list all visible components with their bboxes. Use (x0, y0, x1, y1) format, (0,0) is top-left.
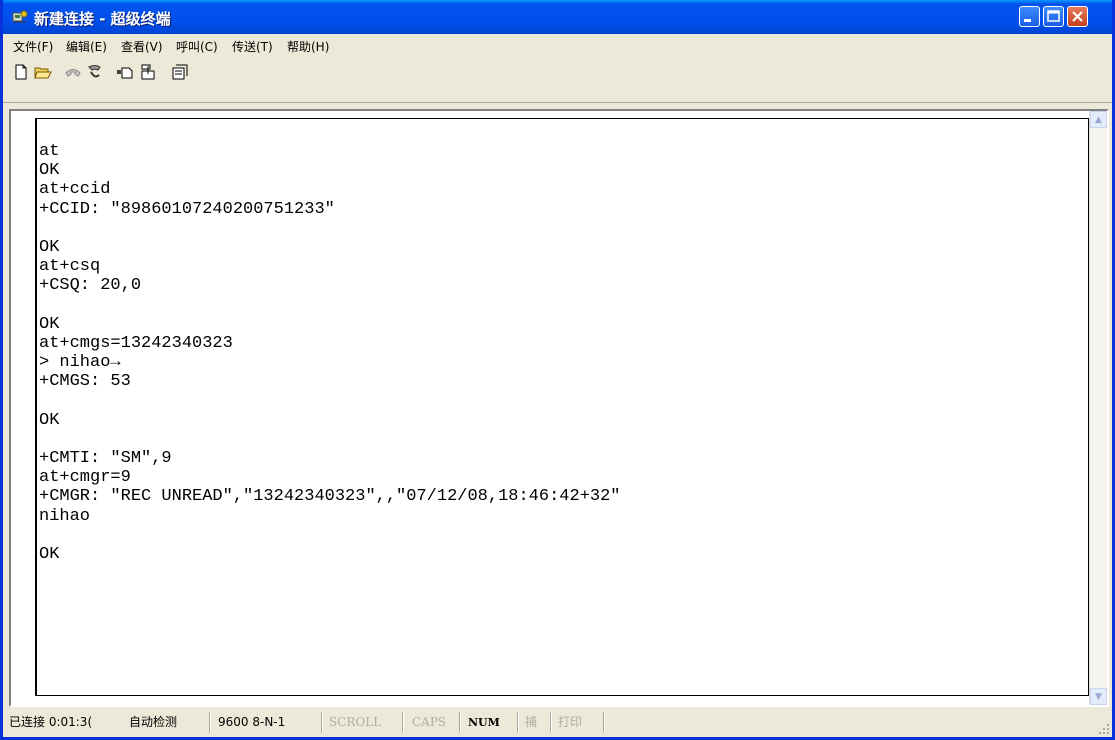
window-title: 新建连接 - 超级终端 (34, 10, 171, 28)
terminal-line: nihao (39, 506, 91, 526)
terminal-screen[interactable]: at OK at+ccid +CCID: "898601072402007512… (35, 118, 1089, 696)
hyperterminal-app-icon (12, 10, 28, 23)
call-icon[interactable] (64, 63, 82, 81)
menu-transfer[interactable]: 传送(T) (232, 38, 273, 55)
menu-view[interactable]: 查看(V) (121, 38, 163, 55)
send-icon[interactable] (116, 63, 134, 81)
vertical-scrollbar[interactable]: ▲ ▼ (1089, 111, 1107, 705)
terminal-line: OK (39, 544, 60, 564)
terminal-area[interactable]: at OK at+ccid +CCID: "898601072402007512… (9, 109, 1109, 707)
status-scroll: SCROLL (329, 715, 382, 729)
terminal-line: +CMGS: 53 (39, 372, 131, 392)
disconnect-icon[interactable] (86, 63, 104, 81)
status-auto-detect: 自动检测 (129, 715, 178, 729)
terminal-line: > nihao→ (39, 353, 121, 373)
terminal-line: OK (39, 161, 60, 181)
terminal-line: OK (39, 237, 60, 257)
menu-edit[interactable]: 编辑(E) (66, 38, 107, 55)
status-divider (209, 712, 211, 733)
open-icon[interactable] (34, 63, 52, 81)
status-bar: 已连接 0:01:3( 自动检测 9600 8-N-1 SCROLL CAPS … (3, 709, 1112, 737)
properties-icon[interactable] (171, 63, 189, 81)
status-num: NUM (468, 716, 500, 729)
menu-call[interactable]: 呼叫(C) (176, 38, 218, 55)
menu-bar: 文件(F) 编辑(E) 查看(V) 呼叫(C) 传送(T) 帮助(H) (3, 34, 1112, 56)
terminal-line: at+ccid (39, 180, 111, 200)
resize-grip-icon[interactable] (1098, 723, 1110, 735)
terminal-line: +CSQ: 20,0 (39, 276, 142, 296)
terminal-line: at+cmgs=13242340323 (39, 333, 233, 353)
status-divider (402, 712, 404, 733)
terminal-line: at+csq (39, 257, 101, 277)
minimize-button[interactable] (1019, 6, 1040, 27)
hyperterminal-window: 新建连接 - 超级终端 文件(F) 编辑(E) 查看(V) 呼叫(C) 传送(T… (0, 0, 1115, 740)
status-print: 打印 (558, 715, 583, 729)
status-connected-time: 已连接 0:01:3( (9, 715, 93, 729)
status-port-settings: 9600 8-N-1 (218, 715, 286, 729)
status-divider (517, 712, 519, 733)
terminal-line: at (39, 142, 60, 161)
scroll-down-icon[interactable]: ▼ (1090, 688, 1107, 705)
status-caps: CAPS (412, 715, 447, 729)
terminal-output: at OK at+ccid +CCID: "898601072402007512… (39, 142, 621, 564)
close-button[interactable] (1067, 6, 1088, 27)
maximize-button[interactable] (1043, 6, 1064, 27)
status-divider (603, 712, 605, 733)
terminal-line: +CCID: "89860107240200751233" (39, 199, 335, 219)
menu-file[interactable]: 文件(F) (13, 38, 53, 55)
receive-icon[interactable] (139, 63, 157, 81)
title-bar[interactable]: 新建连接 - 超级终端 (3, 0, 1112, 34)
status-divider (321, 712, 323, 733)
scroll-up-icon[interactable]: ▲ (1090, 111, 1107, 128)
terminal-line: OK (39, 314, 60, 334)
terminal-line: OK (39, 410, 60, 430)
toolbar (3, 56, 1112, 103)
terminal-line: +CMGR: "REC UNREAD","13242340323",,"07/1… (39, 487, 621, 507)
terminal-line: at+cmgr=9 (39, 468, 131, 488)
status-capture: 捕 (525, 715, 538, 729)
maximize-icon (1047, 10, 1060, 22)
status-divider (459, 712, 461, 733)
terminal-line: +CMTI: "SM",9 (39, 449, 172, 468)
new-icon[interactable] (12, 63, 30, 81)
status-divider (550, 712, 552, 733)
menu-help[interactable]: 帮助(H) (287, 38, 329, 55)
close-icon (1072, 11, 1083, 22)
minimize-icon (1024, 19, 1031, 22)
